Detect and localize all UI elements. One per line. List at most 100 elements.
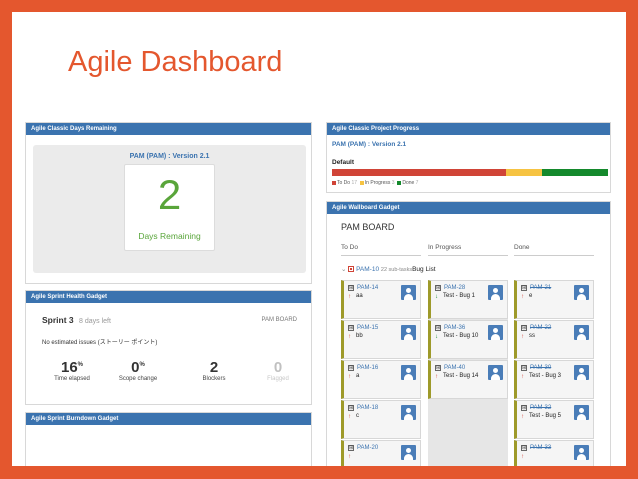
legend-done-name: Done [402, 180, 415, 186]
issue-card[interactable]: ⊞ PAM-20 ↑ [341, 440, 421, 466]
issue-summary: Test - Bug 14 [443, 373, 479, 379]
issue-key[interactable]: PAM-20 [357, 445, 378, 451]
priority-up-icon: ↑ [348, 294, 351, 300]
days-remaining-panel: PAM (PAM) : Version 2.1 2 Days Remaining [33, 145, 306, 273]
stat-label: Flagged [267, 376, 289, 382]
priority-up-icon: ↑ [348, 334, 351, 340]
column-header-todo: To Do [341, 244, 358, 251]
sprint-name: Sprint 3 8 days left [42, 315, 111, 325]
issue-summary: Test - Bug 3 [529, 373, 562, 379]
stat-unit: % [77, 362, 84, 368]
issue-key[interactable]: PAM-36 [444, 325, 465, 331]
issue-key[interactable]: PAM-16 [357, 365, 378, 371]
progress-legend: To Do 17 In Progress 3 Done 7 [332, 180, 418, 186]
issue-key[interactable]: PAM-32 [530, 405, 551, 411]
priority-down-icon: ↓ [435, 294, 438, 300]
stat-value: 16 [60, 359, 78, 376]
issue-summary: aa [356, 293, 363, 299]
issue-card[interactable]: ⊞ PAM-40 ↑ Test - Bug 14 [428, 360, 508, 399]
version-link[interactable]: PAM (PAM) : Version 2.1 [332, 141, 406, 148]
column-header-done: Done [514, 244, 530, 251]
issue-card[interactable]: ⊞ PAM-22 ↑ ss [514, 320, 594, 359]
priority-up-icon: ↑ [348, 454, 351, 460]
sprint-health-gadget: Agile Sprint Health Gadget Sprint 3 8 da… [25, 290, 312, 405]
issue-card[interactable]: ⊞ PAM-33 ↑ [514, 440, 594, 466]
days-left: 8 days left [79, 318, 111, 325]
issue-summary: ss [529, 333, 535, 339]
project-progress-gadget: Agile Classic Project Progress PAM (PAM)… [326, 122, 611, 193]
issue-key[interactable]: PAM-22 [530, 325, 551, 331]
stat-scope-change: 0% Scope change [108, 359, 168, 382]
gadget-header: Agile Sprint Burndown Gadget [26, 413, 311, 425]
swimlane-key[interactable]: PAM-10 [356, 266, 379, 273]
dashboard-screenshot: Agile Classic Days Remaining PAM (PAM) :… [12, 112, 626, 466]
avatar [401, 445, 416, 460]
subtask-icon: ⊞ [348, 445, 354, 451]
stat-value: 2 [209, 359, 219, 376]
stat-unit: % [139, 362, 145, 368]
issue-card[interactable]: ⊞ PAM-28 ↓ Test - Bug 1 [428, 280, 508, 319]
subtask-icon: ⊞ [435, 325, 441, 331]
stat-flagged: 0 Flagged [248, 359, 308, 382]
stat-time-elapsed: 16% Time elapsed [42, 359, 102, 382]
issue-key[interactable]: PAM-14 [357, 285, 378, 291]
subtask-icon: ⊞ [521, 405, 527, 411]
legend-todo-count: 17 [351, 180, 358, 186]
swimlane-header[interactable]: ⌄ PAM-10 22 sub-tasksBug List [341, 265, 436, 273]
issue-key[interactable]: PAM-30 [530, 365, 551, 371]
days-remaining-value: 2 [157, 171, 182, 218]
issue-card[interactable]: ⊞ PAM-32 ↑ Test - Bug 5 [514, 400, 594, 439]
issue-key[interactable]: PAM-40 [444, 365, 465, 371]
issue-card[interactable]: ⊞ PAM-18 ↑ c [341, 400, 421, 439]
todo-swatch-icon [332, 180, 336, 185]
days-remaining-box: 2 Days Remaining [124, 164, 215, 251]
avatar [401, 365, 416, 380]
version-link[interactable]: PAM (PAM) : Version 2.1 [33, 153, 306, 160]
stat-label: Blockers [202, 376, 226, 382]
issue-key[interactable]: PAM-33 [530, 445, 551, 451]
issue-key[interactable]: PAM-18 [357, 405, 378, 411]
gadget-header: Agile Classic Days Remaining [26, 123, 311, 135]
gadget-header: Agile Wallboard Gadget [327, 202, 610, 214]
sprint-title[interactable]: Sprint 3 [42, 315, 74, 325]
issue-key[interactable]: PAM-15 [357, 325, 378, 331]
avatar [574, 365, 589, 380]
stat-blockers: 2 Blockers [184, 359, 244, 382]
subtask-icon: ⊞ [435, 285, 441, 291]
issue-key[interactable]: PAM-28 [444, 285, 465, 291]
avatar [488, 365, 503, 380]
subtask-icon: ⊞ [435, 365, 441, 371]
issue-card[interactable]: ⊞ PAM-14 ↑ aa [341, 280, 421, 319]
issue-card[interactable]: ⊞ PAM-16 ↑ a [341, 360, 421, 399]
subtask-icon: ⊞ [348, 325, 354, 331]
avatar [401, 285, 416, 300]
burndown-gadget: Agile Sprint Burndown Gadget [25, 412, 312, 466]
issue-summary: c [356, 413, 359, 419]
issue-summary: bb [356, 333, 363, 339]
board-name: PAM BOARD [261, 317, 297, 323]
subtask-icon: ⊞ [521, 325, 527, 331]
legend-done-count: 7 [415, 180, 419, 186]
priority-up-icon: ↑ [348, 374, 351, 380]
progress-inprogress [505, 169, 542, 176]
priority-up-icon: ↑ [521, 334, 524, 340]
legend-inprogress-count: 3 [391, 180, 395, 186]
issue-key[interactable]: PAM-21 [530, 285, 551, 291]
issue-card[interactable]: ⊞ PAM-15 ↑ bb [341, 320, 421, 359]
column-underline [428, 255, 508, 256]
slide-title: Agile Dashboard [68, 46, 283, 78]
chevron-down-icon[interactable]: ⌄ [341, 266, 346, 273]
issue-card[interactable]: ⊞ PAM-21 ↑ e [514, 280, 594, 319]
stat-label: Time elapsed [54, 376, 90, 382]
subtask-icon: ⊞ [348, 285, 354, 291]
issue-card[interactable]: ⊞ PAM-36 ↓ Test - Bug 10 [428, 320, 508, 359]
subtask-icon: ⊞ [521, 365, 527, 371]
avatar [401, 405, 416, 420]
legend-inprogress-name: In Progress [364, 180, 391, 186]
issue-card[interactable]: ⊞ PAM-30 ↑ Test - Bug 3 [514, 360, 594, 399]
progress-bar [332, 169, 608, 176]
avatar [574, 405, 589, 420]
inprogress-swatch-icon [359, 180, 364, 185]
issue-summary: Test - Bug 5 [529, 413, 562, 419]
days-remaining-label: Days Remaining [138, 231, 201, 241]
